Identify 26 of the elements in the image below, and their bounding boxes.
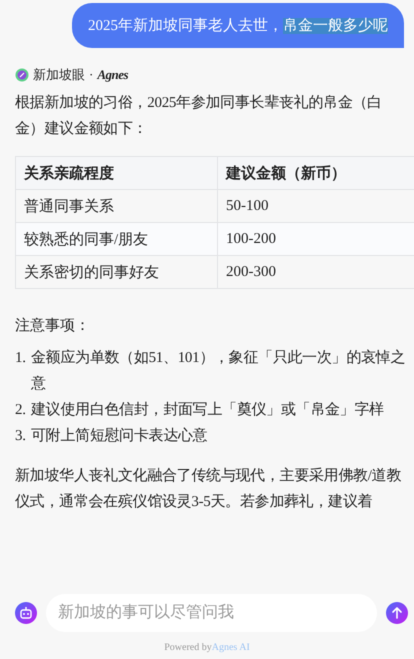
table-cell: 较熟悉的同事/朋友 [16, 222, 218, 256]
notes-heading: 注意事项： [15, 316, 91, 336]
send-button[interactable] [386, 602, 408, 624]
brand-logo: Agnes [97, 67, 128, 83]
user-message: 2025年新加坡同事老人去世，帛金一般多少呢 [72, 3, 404, 48]
column-header: 建议金额（新币） [218, 156, 414, 190]
intro-paragraph: 根据新加坡的习俗，2025年参加同事长辈丧礼的帛金（白金）建议金额如下： [15, 94, 383, 139]
message-input[interactable]: 新加坡的事可以尽管问我 [46, 594, 377, 632]
robot-icon[interactable] [15, 602, 37, 624]
column-header: 关系亲疏程度 [16, 156, 218, 190]
closing-paragraph: 新加坡华人丧礼文化融合了传统与现代，主要采用佛教/道教仪式，通常会在殡仪馆设灵3-5天。若参加葬礼，建议着 [15, 466, 402, 512]
agnes-link[interactable]: Agnes AI [212, 642, 250, 653]
table-cell: 50-100 [218, 190, 414, 222]
table-cell: 普通同事关系 [16, 190, 218, 222]
separator: · [89, 67, 94, 83]
list-number: 2. [15, 401, 27, 420]
list-number: 1. [15, 349, 27, 368]
source-name: 新加坡眼 [33, 66, 85, 84]
table-cell: 关系密切的同事好友 [16, 256, 218, 288]
note-text: 建议使用白色信封，封面写上「奠仪」或「帛金」字样 [31, 400, 384, 420]
powered-by-text: Powered by [164, 642, 212, 653]
table-cell: 200-300 [218, 256, 414, 288]
table-cell: 100-200 [218, 222, 414, 256]
note-text: 金额应为单数（如51、101），象征「只此一次」的哀悼之意 [31, 348, 406, 394]
list-number: 3. [15, 427, 27, 446]
note-text: 可附上简短慰问卡表达心意 [31, 426, 208, 446]
